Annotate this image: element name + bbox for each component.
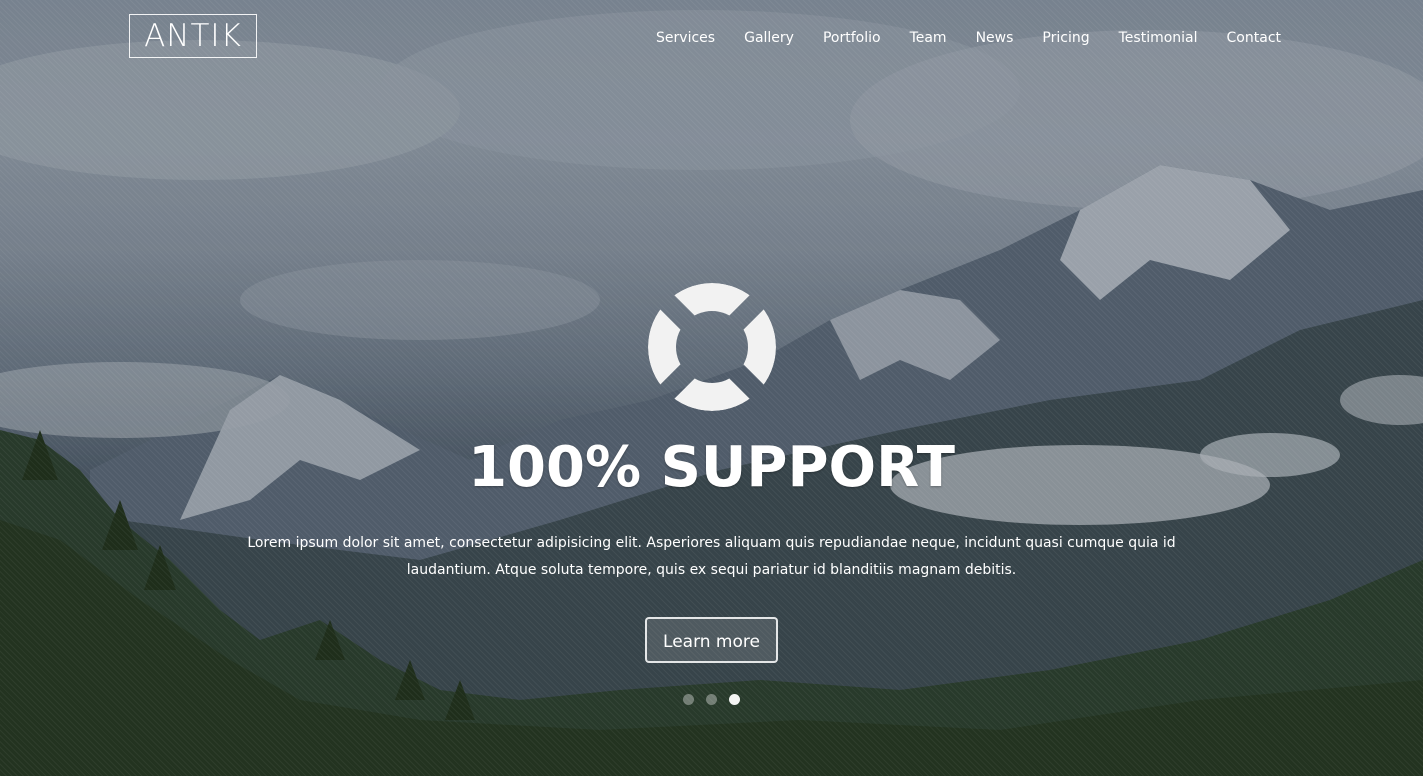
hero-headline: 100% SUPPORT (468, 435, 955, 500)
brand-logo[interactable]: ANTIK (129, 14, 257, 58)
nav-item-services[interactable]: Services (656, 28, 715, 48)
nav-item-pricing[interactable]: Pricing (1042, 28, 1089, 48)
lifebuoy-icon (647, 283, 776, 411)
nav-item-team[interactable]: Team (910, 28, 947, 48)
hero-description: Lorem ipsum dolor sit amet, consectetur … (247, 535, 1176, 578)
navbar: ANTIK Services Gallery Portfolio Team Ne… (0, 0, 1423, 76)
slider-dot-2[interactable] (706, 694, 717, 705)
slider-dot-1[interactable] (683, 694, 694, 705)
nav-item-gallery[interactable]: Gallery (744, 28, 794, 48)
nav-item-contact[interactable]: Contact (1227, 28, 1281, 48)
slider-dot-3[interactable] (729, 694, 740, 705)
main-nav: Services Gallery Portfolio Team News Pri… (627, 28, 1281, 48)
slider-pagination (683, 694, 740, 705)
hero-slider: ANTIK Services Gallery Portfolio Team Ne… (0, 0, 1423, 776)
nav-item-news[interactable]: News (976, 28, 1014, 48)
nav-item-portfolio[interactable]: Portfolio (823, 28, 881, 48)
learn-more-button[interactable]: Learn more (645, 617, 778, 663)
hero-content: 100% SUPPORT Lorem ipsum dolor sit amet,… (0, 282, 1423, 663)
nav-item-testimonial[interactable]: Testimonial (1119, 28, 1198, 48)
